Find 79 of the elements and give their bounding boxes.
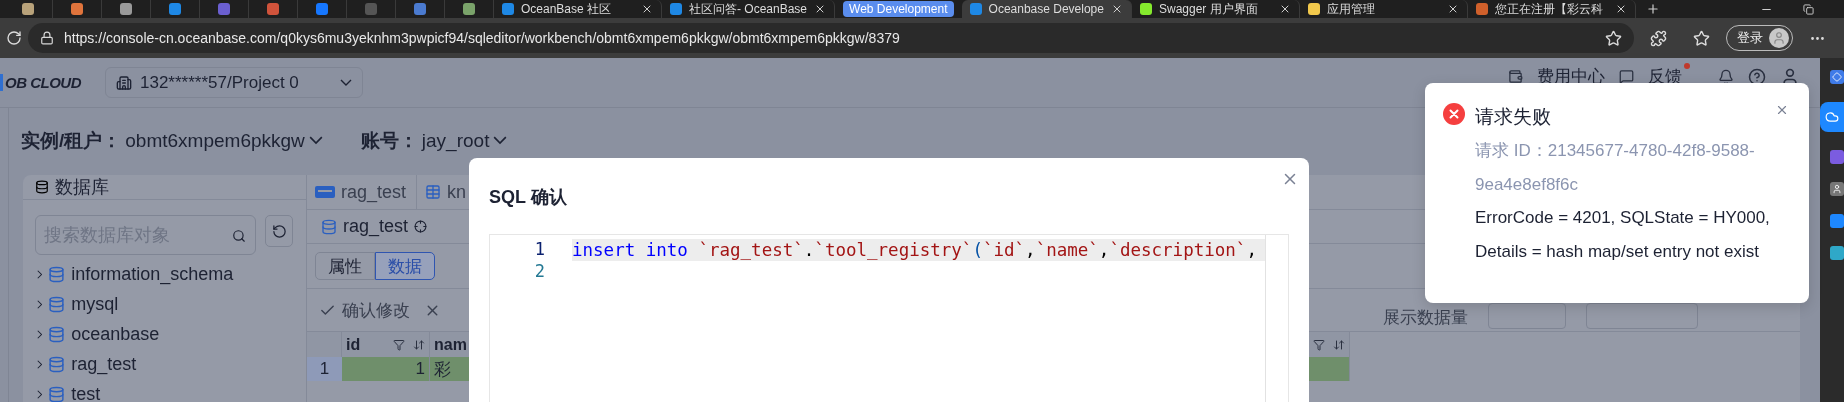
request-id: 请求 ID：21345677-4780-42f8-9588-9ea4e8ef8f6c xyxy=(1475,140,1756,196)
caret-right-icon xyxy=(37,389,43,399)
sort-icon[interactable] xyxy=(413,338,425,351)
favorites-icon[interactable] xyxy=(1693,29,1710,47)
message-icon xyxy=(1619,69,1634,84)
database-icon xyxy=(48,295,66,313)
context-select[interactable]: 账号： jay_root xyxy=(360,127,508,154)
locate-icon[interactable] xyxy=(414,220,428,233)
search-icon xyxy=(232,229,246,243)
tree-item[interactable]: mysql xyxy=(23,289,306,319)
filter-icon[interactable] xyxy=(393,338,405,351)
row-number: 1 xyxy=(307,357,342,381)
wallet-icon xyxy=(1508,69,1523,84)
error-icon xyxy=(1443,103,1465,125)
reload-icon[interactable] xyxy=(6,30,22,46)
database-icon xyxy=(321,218,337,235)
close-icon xyxy=(1775,103,1789,117)
person-icon[interactable] xyxy=(1830,182,1844,196)
logo[interactable]: OB CLOUD xyxy=(0,74,81,91)
tab-title: Oceanbase Develope xyxy=(988,2,1104,16)
panel-title: 数据库 xyxy=(55,176,109,199)
chevron-down-icon xyxy=(493,136,508,145)
error-message: ErrorCode = 4201, SQLState = HY000, Details = hash map/set entry not exist xyxy=(1475,207,1771,263)
database-icon xyxy=(35,180,49,194)
new-tab-icon[interactable] xyxy=(1645,2,1660,16)
filter-icon[interactable] xyxy=(1313,338,1325,351)
database-icon xyxy=(48,265,66,283)
close-icon[interactable] xyxy=(641,3,653,15)
tree-item[interactable]: test xyxy=(23,379,306,402)
close-button[interactable] xyxy=(1775,103,1789,117)
chevron-down-icon xyxy=(308,136,323,145)
puzzle-icon[interactable] xyxy=(1650,29,1667,47)
caret-right-icon xyxy=(37,269,43,279)
cloud-icon[interactable] xyxy=(1820,102,1844,132)
table-cell: 1 xyxy=(342,357,430,381)
line-number: 1 xyxy=(533,239,546,261)
chevron-down-icon xyxy=(340,79,352,86)
database-icon xyxy=(48,355,66,373)
tab-title: 应用管理 xyxy=(1326,0,1376,18)
refresh-icon xyxy=(271,223,287,239)
star-icon[interactable] xyxy=(1605,29,1622,47)
restore-icon[interactable] xyxy=(1803,3,1814,15)
refresh-button[interactable] xyxy=(265,215,293,247)
line-number: 2 xyxy=(533,261,546,283)
project-select[interactable]: 132******57/Project 0 xyxy=(105,67,363,98)
caret-right-icon xyxy=(37,359,43,369)
table-icon xyxy=(425,184,442,200)
caret-right-icon xyxy=(37,329,43,339)
editor-tab[interactable]: rag_test xyxy=(307,175,418,209)
code-editor[interactable]: 1 2 insert into `rag_test`.`tool_registry`(`id`,`name`,`description`, xyxy=(489,234,1289,402)
dialog-title: SQL 确认 xyxy=(489,186,567,207)
avatar-icon xyxy=(1769,28,1789,48)
display-count-label: 展示数据量 xyxy=(1383,307,1468,329)
column-header[interactable]: id xyxy=(342,332,430,357)
help-icon[interactable] xyxy=(1748,67,1766,86)
tree-item[interactable]: information_schema xyxy=(23,259,306,289)
sql-file-icon xyxy=(315,185,335,199)
tab-title: Swagger 用户界面 xyxy=(1158,0,1259,18)
address-bar[interactable]: https://console-cn.oceanbase.com/q0kys6mu3yeknhm3pwpicf94/sqleditor/workbench/obmt6xmpem6pkkgw/obmt6xmpem6pkkgw/8379 xyxy=(28,23,1634,53)
tab-title: OceanBase 社区 xyxy=(521,0,613,18)
confirm-button[interactable]: 确认修改 xyxy=(319,298,410,322)
sort-icon[interactable] xyxy=(1333,338,1345,351)
browser-tab[interactable]: Oceanbase Develope xyxy=(961,0,1132,18)
caret-right-icon xyxy=(37,299,43,309)
segment-tab[interactable]: 数据 xyxy=(375,252,435,280)
building-icon xyxy=(116,74,132,91)
notification-title: 请求失败 xyxy=(1475,105,1551,129)
tree-item[interactable]: oceanbase xyxy=(23,319,306,349)
tab-title: 社区问答- OceanBase xyxy=(689,0,808,18)
lock-icon xyxy=(40,31,54,45)
tree-item[interactable]: rag_test xyxy=(23,349,306,379)
database-icon xyxy=(48,325,66,343)
tab-group-label[interactable]: Web Development xyxy=(843,1,954,17)
database-icon xyxy=(48,385,66,402)
bell-icon[interactable] xyxy=(1718,68,1734,85)
object-name: rag_test xyxy=(343,216,409,237)
tab-title: 您正在注册【彩云科 xyxy=(1494,0,1604,18)
context-select[interactable]: 实例/租户： obmt6xmpem6pkkgw xyxy=(21,127,323,154)
diamond-icon[interactable] xyxy=(1830,70,1844,84)
